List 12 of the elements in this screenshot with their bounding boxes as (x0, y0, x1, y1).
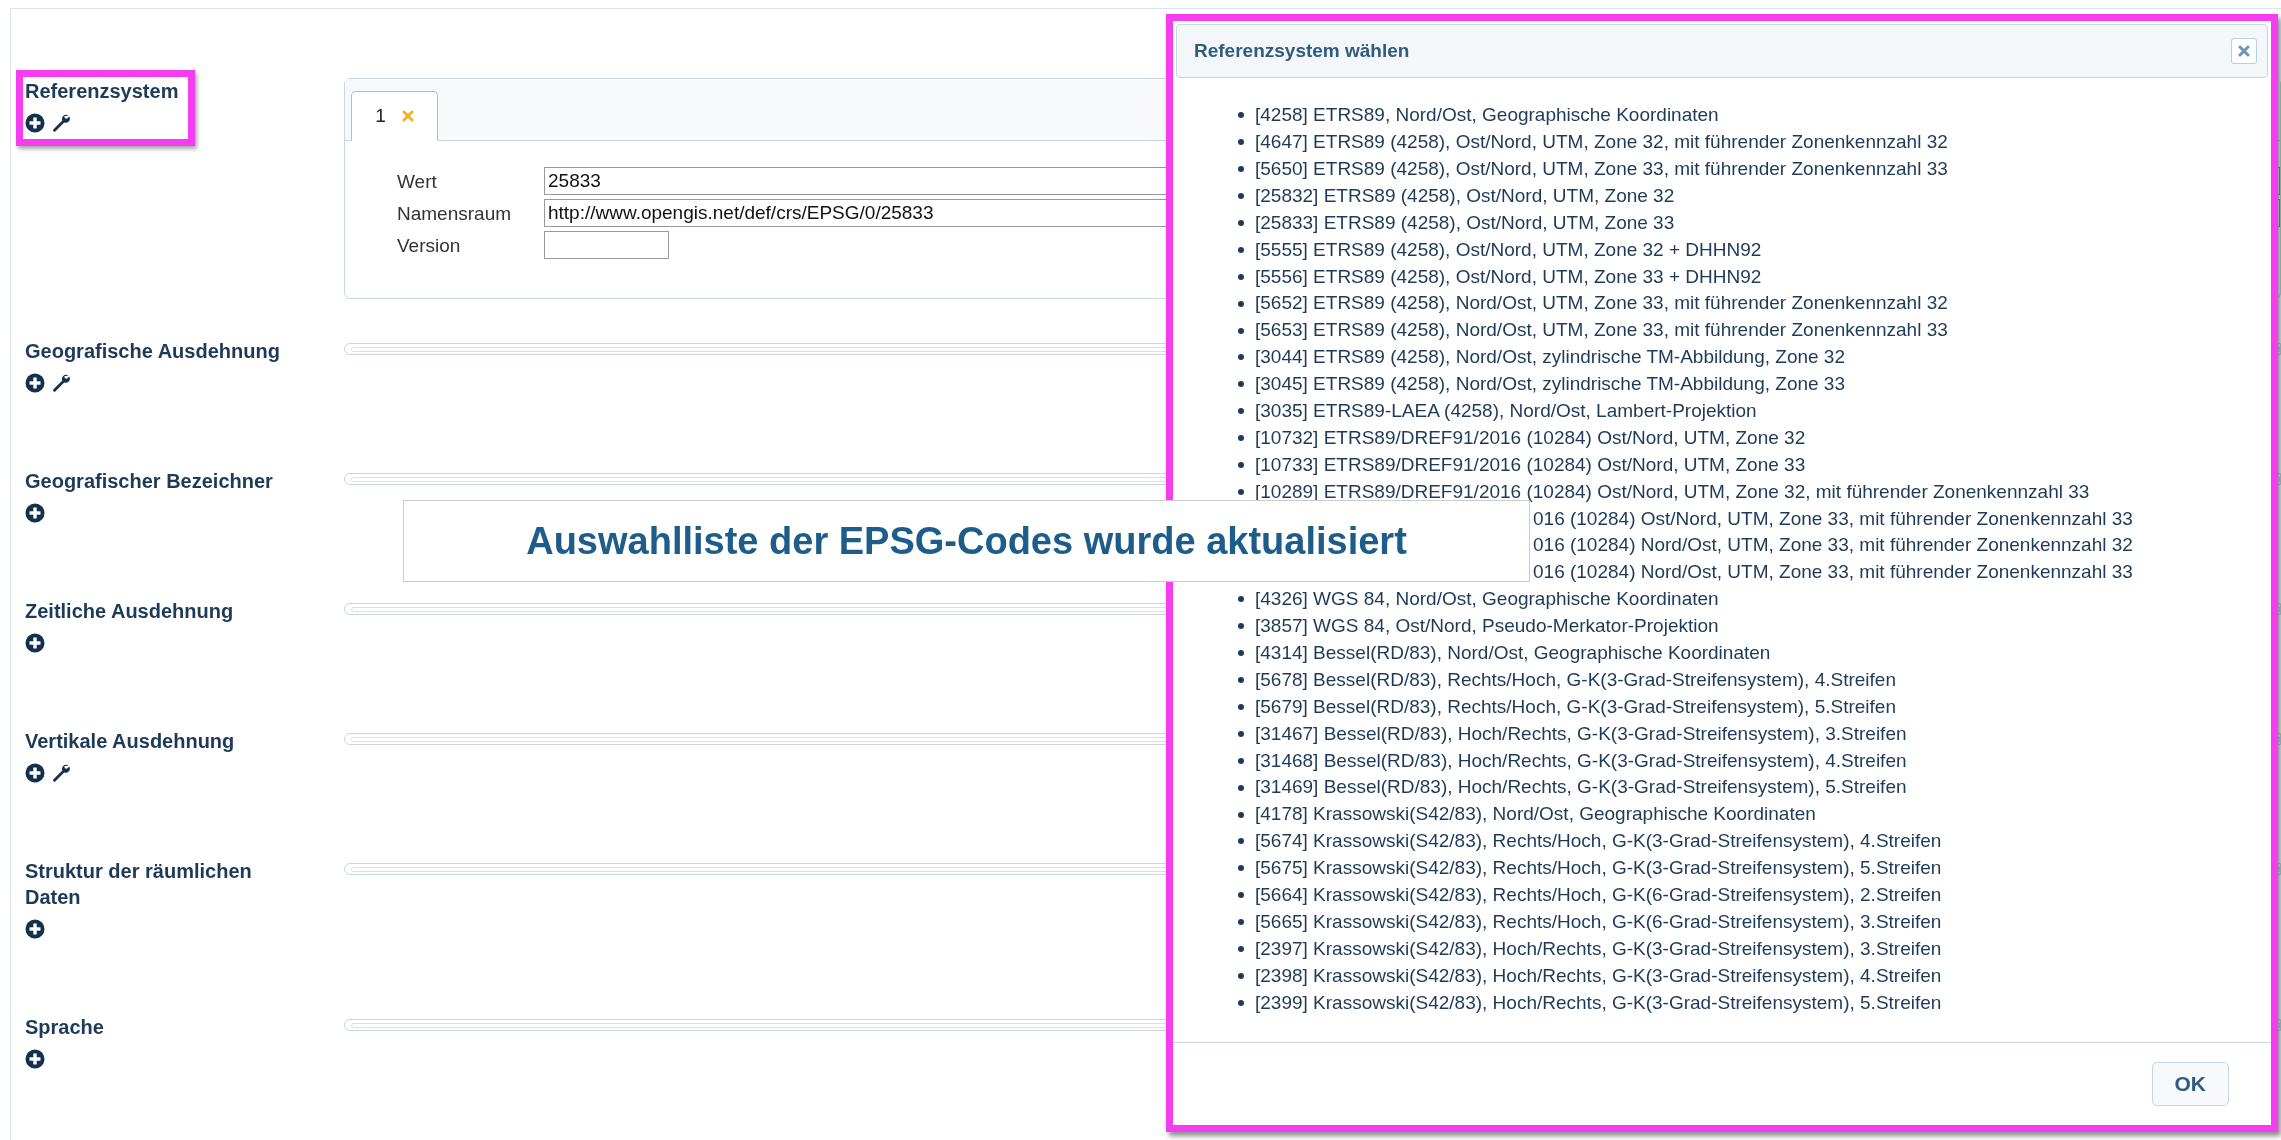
dialog-title: Referenzsystem wählen (1194, 38, 1410, 63)
notification-toast: Auswahlliste der EPSG-Codes wurde aktualisiert (403, 500, 1530, 582)
section-label: Sprache (25, 1015, 105, 1040)
section-label: Geografische Ausdehnung (25, 339, 281, 364)
section-label: Referenzsystem (25, 79, 179, 104)
field-label: Wert (397, 169, 438, 194)
field-label: Namensraum (397, 201, 513, 226)
section-label: Zeitliche Ausdehnung (25, 599, 235, 624)
section-label: Vertikale Ausdehnung (25, 729, 236, 754)
section-label: Struktur der räumlichen Daten (25, 859, 253, 910)
field-label: Version (397, 233, 462, 258)
section-label: Geografischer Bezeichner (25, 469, 274, 494)
